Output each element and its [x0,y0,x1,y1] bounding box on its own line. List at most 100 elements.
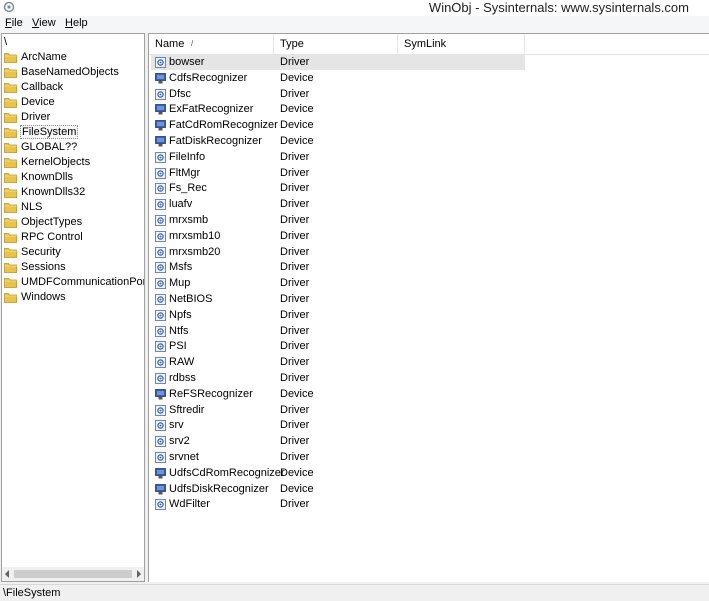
driver-icon [155,199,166,211]
row-name: srv2 [169,435,190,448]
row-selection-highlight [151,55,525,70]
row-type: Driver [280,498,310,511]
winobj-app-icon[interactable] [3,1,15,13]
list-row[interactable]: mrxsmb10 Driver [149,229,709,244]
object-tree[interactable]: \ ArcName BaseNamedObjects Callback Device D… [1,33,145,582]
row-type: Driver [280,150,310,163]
list-row[interactable]: Ntfs Driver [149,324,709,339]
list-row[interactable]: Fs_Rec Driver [149,181,709,196]
folder-icon [4,113,17,123]
list-row[interactable]: UdfsCdRomRecognizer Device [149,466,709,481]
folder-icon [4,128,17,138]
scroll-right-arrow-icon[interactable] [137,570,141,578]
row-type: Driver [280,340,310,353]
list-header: Name / Type SymLink [149,34,709,55]
column-symlink-header[interactable]: SymLink [398,34,525,54]
list-row[interactable]: NetBIOS Driver [149,292,709,307]
list-row[interactable]: FileInfo Driver [149,150,709,165]
list-row[interactable]: Dfsc Driver [149,87,709,102]
list-row[interactable]: srv2 Driver [149,434,709,449]
status-bar: \FileSystem [0,584,709,601]
tree-item[interactable]: BaseNamedObjects [4,65,144,80]
row-type: Driver [280,87,310,100]
tree-item[interactable]: Callback [4,80,144,95]
tree-item-label: Driver [21,111,51,123]
tree-item[interactable]: NLS [4,200,144,215]
tree-item-label: FileSystem [20,125,79,139]
row-name: UdfsCdRomRecognizer [169,466,285,479]
list-row[interactable]: FatCdRomRecognizer Device [149,118,709,133]
list-row[interactable]: luafv Driver [149,197,709,212]
folder-icon [4,293,17,303]
list-row[interactable]: Msfs Driver [149,260,709,275]
menu-help[interactable]: Help [65,17,88,29]
object-list[interactable]: Name / Type SymLink bowser Driver CdfsReco… [148,33,709,582]
device-icon [155,388,166,400]
tree-root[interactable]: \ [4,36,7,48]
list-row[interactable]: mrxsmb Driver [149,213,709,228]
column-type-header[interactable]: Type [274,34,398,54]
tree-item[interactable]: KernelObjects [4,155,144,170]
column-name-header[interactable]: Name / [149,34,274,54]
tree-item[interactable]: ArcName [4,50,144,65]
driver-icon [155,420,166,432]
tree-item[interactable]: UMDFCommunicationPorts [4,275,144,290]
row-type: Driver [280,277,310,290]
tree-item-label: Callback [21,81,64,93]
list-row[interactable]: Sftredir Driver [149,403,709,418]
tree-horizontal-scrollbar[interactable] [2,567,144,581]
list-row[interactable]: WdFilter Driver [149,497,709,512]
list-row[interactable]: ExFatRecognizer Device [149,102,709,117]
tree-item[interactable]: Driver [4,110,144,125]
row-type: Driver [280,308,310,321]
menu-file[interactable]: File [5,17,23,29]
list-row[interactable]: rdbss Driver [149,371,709,386]
scroll-left-arrow-icon[interactable] [5,570,9,578]
row-name: mrxsmb [169,214,209,226]
list-row[interactable]: srvnet Driver [149,450,709,465]
row-name: ReFSRecognizer [169,387,253,400]
menu-view[interactable]: View [32,17,56,29]
tree-item-label: RPC Control [21,231,83,243]
tree-item[interactable]: KnownDlls [4,170,144,185]
tree-item-label: UMDFCommunicationPorts [21,276,145,288]
driver-icon [155,341,166,353]
list-row[interactable]: CdfsRecognizer Device [149,71,709,86]
list-row[interactable]: UdfsDiskRecognizer Device [149,482,709,497]
list-row[interactable]: PSI Driver [149,339,709,354]
tree-item[interactable]: Sessions [4,260,144,275]
list-row[interactable]: FltMgr Driver [149,166,709,181]
row-type: Device [280,135,314,147]
row-type: Driver [280,435,310,448]
row-name: Npfs [169,308,192,321]
tree-item[interactable]: Windows [4,290,144,305]
tree-item-label: ObjectTypes [21,216,83,228]
tree-item[interactable]: Device [4,95,144,110]
row-type: Driver [280,293,310,305]
row-name: Msfs [169,261,193,274]
list-row[interactable]: srv Driver [149,418,709,433]
row-name: mrxsmb10 [169,229,221,242]
list-row[interactable]: ReFSRecognizer Device [149,387,709,402]
tree-item-label: KnownDlls32 [21,186,86,198]
tree-item[interactable]: ObjectTypes [4,215,144,230]
row-name: srvnet [169,451,199,463]
list-row[interactable]: RAW Driver [149,355,709,370]
tree-item[interactable]: RPC Control [4,230,144,245]
tree-item[interactable]: KnownDlls32 [4,185,144,200]
driver-icon [155,309,166,321]
tree-item[interactable]: FileSystem [4,125,144,140]
driver-icon [155,230,166,242]
tree-item[interactable]: Security [4,245,144,260]
row-name: Mup [169,277,191,290]
tree-item-label: ArcName [21,51,67,63]
device-icon [155,120,166,131]
driver-icon [155,215,166,226]
list-row[interactable]: bowser Driver [149,55,709,70]
list-row[interactable]: FatDiskRecognizer Device [149,134,709,149]
tree-item[interactable]: GLOBAL?? [4,140,144,155]
list-row[interactable]: Npfs Driver [149,308,709,323]
scroll-thumb[interactable] [14,570,132,578]
list-row[interactable]: mrxsmb20 Driver [149,245,709,260]
list-row[interactable]: Mup Driver [149,276,709,291]
